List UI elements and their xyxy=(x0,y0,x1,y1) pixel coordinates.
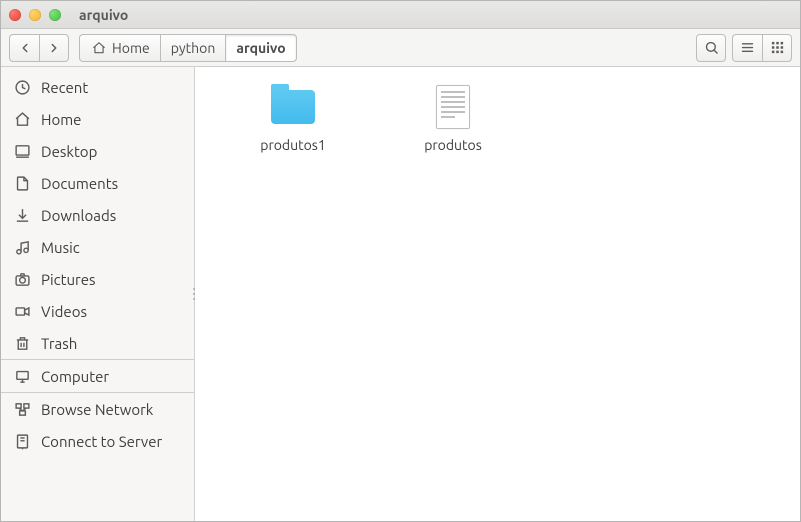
toolbar: Home python arquivo xyxy=(1,29,800,67)
sidebar-item-desktop[interactable]: Desktop xyxy=(1,135,194,167)
breadcrumb-label: python xyxy=(171,40,216,56)
sidebar-resize-handle[interactable] xyxy=(192,281,195,307)
document-icon xyxy=(13,174,31,192)
download-icon xyxy=(13,206,31,224)
file-view[interactable]: produtos1 produtos xyxy=(195,67,800,521)
sidebar-item-label: Videos xyxy=(41,303,87,320)
breadcrumb-label: arquivo xyxy=(236,40,285,56)
sidebar-item-label: Trash xyxy=(41,335,77,352)
forward-button[interactable] xyxy=(39,34,69,62)
breadcrumb-label: Home xyxy=(112,40,150,56)
sidebar-item-label: Desktop xyxy=(41,143,97,160)
breadcrumb-python[interactable]: python xyxy=(160,34,226,62)
view-buttons xyxy=(732,34,792,62)
trash-icon xyxy=(13,334,31,352)
breadcrumb-home[interactable]: Home xyxy=(79,34,160,62)
folder-item[interactable]: produtos1 xyxy=(213,77,373,159)
sidebar: Recent Home Desktop Documents Downloads … xyxy=(1,67,195,521)
sidebar-item-videos[interactable]: Videos xyxy=(1,295,194,327)
sidebar-item-home[interactable]: Home xyxy=(1,103,194,135)
file-label: produtos xyxy=(424,137,482,153)
nav-buttons xyxy=(9,34,69,62)
desktop-icon xyxy=(13,142,31,160)
sidebar-item-label: Music xyxy=(41,239,80,256)
file-label: produtos1 xyxy=(260,137,326,153)
sidebar-item-connect-server[interactable]: Connect to Server xyxy=(1,425,194,457)
grid-icon xyxy=(768,39,786,57)
hamburger-menu-button[interactable] xyxy=(732,34,762,62)
breadcrumb: Home python arquivo xyxy=(79,34,297,62)
titlebar: arquivo xyxy=(1,1,800,29)
view-grid-button[interactable] xyxy=(762,34,792,62)
music-icon xyxy=(13,238,31,256)
main: Recent Home Desktop Documents Downloads … xyxy=(1,67,800,521)
camera-icon xyxy=(13,270,31,288)
home-icon xyxy=(13,110,31,128)
sidebar-item-downloads[interactable]: Downloads xyxy=(1,199,194,231)
sidebar-item-label: Downloads xyxy=(41,207,116,224)
minimize-icon[interactable] xyxy=(29,9,41,21)
sidebar-item-label: Browse Network xyxy=(41,401,153,418)
sidebar-item-label: Computer xyxy=(41,368,109,385)
sidebar-item-label: Documents xyxy=(41,175,118,192)
sidebar-item-label: Pictures xyxy=(41,271,96,288)
hamburger-icon xyxy=(739,39,757,57)
sidebar-item-trash[interactable]: Trash xyxy=(1,327,194,359)
clock-icon xyxy=(13,78,31,96)
back-button[interactable] xyxy=(9,34,39,62)
connect-server-icon xyxy=(13,432,31,450)
breadcrumb-arquivo[interactable]: arquivo xyxy=(225,34,296,62)
sidebar-item-recent[interactable]: Recent xyxy=(1,71,194,103)
sidebar-item-computer[interactable]: Computer xyxy=(1,360,194,392)
close-icon[interactable] xyxy=(9,9,21,21)
sidebar-item-label: Recent xyxy=(41,79,88,96)
video-icon xyxy=(13,302,31,320)
file-item[interactable]: produtos xyxy=(373,77,533,159)
sidebar-item-music[interactable]: Music xyxy=(1,231,194,263)
sidebar-item-browse-network[interactable]: Browse Network xyxy=(1,393,194,425)
sidebar-item-label: Connect to Server xyxy=(41,433,162,450)
computer-icon xyxy=(13,367,31,385)
window-controls xyxy=(9,9,61,21)
search-button[interactable] xyxy=(696,34,726,62)
window-title: arquivo xyxy=(79,7,128,23)
home-icon xyxy=(90,39,108,57)
folder-icon xyxy=(269,83,317,131)
search-icon xyxy=(702,39,720,57)
sidebar-item-label: Home xyxy=(41,111,81,128)
browse-network-icon xyxy=(13,400,31,418)
text-file-icon xyxy=(429,83,477,131)
maximize-icon[interactable] xyxy=(49,9,61,21)
sidebar-item-documents[interactable]: Documents xyxy=(1,167,194,199)
sidebar-item-pictures[interactable]: Pictures xyxy=(1,263,194,295)
